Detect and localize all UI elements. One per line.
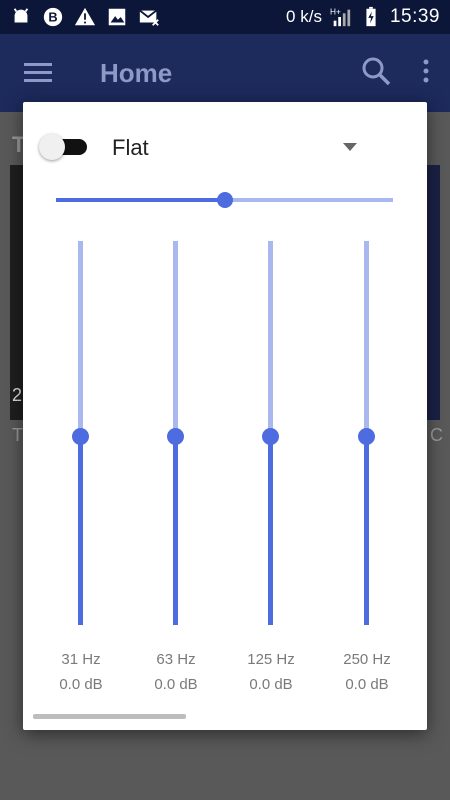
band-thumb[interactable] [358, 428, 375, 445]
bass-boost-slider[interactable] [56, 190, 393, 210]
band-thumb[interactable] [72, 428, 89, 445]
band-250hz[interactable]: 250 Hz 0.0 dB [327, 241, 407, 701]
signal-icon: H+ [330, 6, 352, 28]
search-icon[interactable] [360, 55, 392, 92]
background-card [10, 165, 24, 420]
band-frequency: 125 Hz [247, 651, 295, 668]
horizontal-scrollbar[interactable] [33, 714, 186, 719]
menu-icon[interactable] [20, 55, 56, 91]
band-63hz[interactable]: 63 Hz 0.0 dB [136, 241, 216, 701]
band-gain: 0.0 dB [154, 676, 198, 693]
equalizer-toggle[interactable] [39, 132, 87, 162]
band-fill [364, 436, 369, 625]
band-fill [173, 436, 178, 625]
svg-text:B: B [48, 10, 57, 25]
background-text: C [430, 425, 443, 445]
status-bar: B 0 k/s H+ 15:39 [0, 0, 450, 34]
more-vert-icon[interactable] [422, 58, 430, 89]
battery-charging-icon [360, 6, 382, 28]
mail-icon [138, 6, 160, 28]
band-gain: 0.0 dB [249, 676, 293, 693]
warning-icon [74, 6, 96, 28]
band-frequency: 31 Hz [61, 651, 101, 668]
b-app-icon: B [42, 6, 64, 28]
toggle-thumb [39, 134, 65, 160]
app-bar: Home [0, 34, 450, 112]
page-title: Home [100, 57, 173, 88]
dropdown-arrow-icon[interactable] [341, 140, 359, 154]
band-fill [78, 436, 83, 625]
clock: 15:39 [389, 6, 440, 27]
band-125hz[interactable]: 125 Hz 0.0 dB [231, 241, 311, 701]
band-31hz[interactable]: 31 Hz 0.0 dB [41, 241, 121, 701]
background-text: 2 [12, 385, 23, 405]
slider-fill [56, 198, 225, 202]
background-card [426, 165, 440, 420]
preset-select[interactable]: Flat [112, 135, 149, 161]
band-thumb[interactable] [262, 428, 279, 445]
network-speed: 0 k/s [286, 7, 322, 26]
equalizer-dialog: Flat 31 Hz 0.0 dB 63 Hz 0.0 dB 125 Hz 0.… [23, 102, 427, 730]
slider-thumb[interactable] [216, 192, 233, 208]
band-gain: 0.0 dB [345, 676, 389, 693]
band-fill [268, 436, 273, 625]
android-icon [10, 6, 32, 28]
band-frequency: 63 Hz [156, 651, 196, 668]
band-thumb[interactable] [167, 428, 184, 445]
background-text: T [12, 425, 23, 445]
network-type: H+ [330, 7, 341, 16]
image-icon [106, 6, 128, 28]
band-gain: 0.0 dB [59, 676, 103, 693]
band-frequency: 250 Hz [343, 651, 391, 668]
